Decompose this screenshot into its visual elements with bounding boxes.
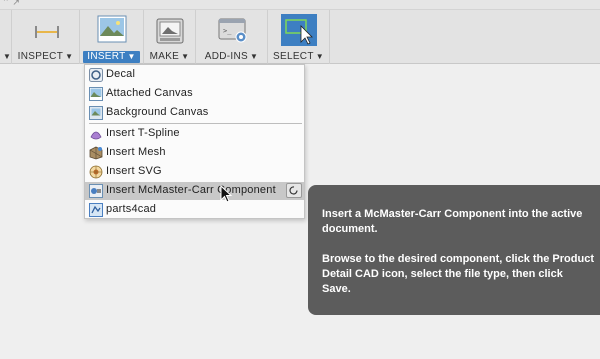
mcmaster-icon — [89, 184, 103, 198]
toolbar-group-select[interactable]: SELECT ▼ — [268, 10, 330, 64]
svg-text:>_: >_ — [223, 27, 232, 35]
mesh-icon — [89, 146, 103, 160]
menu-item-attached-canvas[interactable]: Attached Canvas — [85, 85, 304, 103]
background-canvas-icon — [89, 106, 103, 120]
menu-item-insert-t-spline[interactable]: Insert T-Spline — [85, 125, 304, 143]
loading-spinner-icon — [286, 183, 302, 198]
menu-item-decal[interactable]: Decal — [85, 66, 304, 84]
decal-icon — [89, 68, 103, 82]
menu-item-parts4cad[interactable]: parts4cad — [85, 201, 304, 219]
measure-icon — [32, 22, 62, 42]
parts4cad-icon — [89, 203, 103, 217]
toolbar-group-insert[interactable]: INSERT ▼ — [80, 10, 144, 64]
tooltip-instructions: Browse to the desired component, click t… — [322, 253, 594, 295]
tooltip: Insert a McMaster-Carr Component into th… — [308, 185, 600, 315]
add-ins-icon: >_ — [218, 18, 248, 44]
3d-print-icon — [156, 18, 184, 44]
toolbar-group-inspect[interactable]: INSPECT ▼ — [12, 10, 80, 64]
chevron-down-icon: ▼ — [250, 52, 259, 61]
mouse-pointer-icon — [220, 184, 234, 205]
t-spline-icon — [89, 127, 103, 141]
insert-dropdown-menu: Decal Attached Canvas Background Canvas — [84, 64, 305, 219]
tooltip-description: Insert a McMaster-Carr Component into th… — [322, 208, 583, 235]
menu-item-insert-mesh[interactable]: Insert Mesh — [85, 144, 304, 162]
toolbar-group-add-ins[interactable]: >_ ADD-INS ▼ — [196, 10, 268, 64]
chevron-down-icon: ▼ — [3, 52, 12, 61]
attached-canvas-icon — [89, 87, 103, 101]
window-title-bar: ⌃ ↗ — [0, 0, 600, 10]
chevron-down-icon: ▼ — [65, 52, 74, 61]
undo-redo-icon[interactable]: ⌃ ↗ — [2, 0, 20, 8]
menu-item-insert-mcmaster-carr-component[interactable]: Insert McMaster-Carr Component — [85, 182, 304, 200]
chevron-down-icon: ▼ — [181, 52, 190, 61]
svg-icon — [89, 165, 103, 179]
toolbar-group-make[interactable]: MAKE ▼ — [144, 10, 196, 64]
menu-item-insert-svg[interactable]: Insert SVG — [85, 163, 304, 181]
menu-separator — [89, 123, 302, 124]
menu-item-background-canvas[interactable]: Background Canvas — [85, 104, 304, 122]
chevron-down-icon: ▼ — [315, 52, 324, 61]
select-cursor-icon — [281, 14, 317, 46]
toolbar-group-partial[interactable]: ▼ — [0, 10, 12, 64]
chevron-down-icon: ▼ — [127, 52, 136, 61]
ribbon-toolbar: ▼ INSPECT ▼ INSERT ▼ MAKE ▼ >_ ADD-INS ▼… — [0, 10, 600, 64]
insert-image-icon — [97, 15, 127, 43]
